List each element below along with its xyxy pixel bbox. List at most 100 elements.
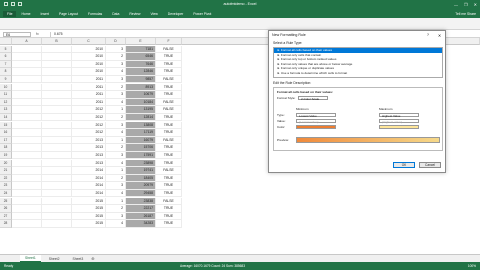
table-cell[interactable]: TRUE [156,68,182,76]
row-header[interactable]: 24 [0,189,12,198]
table-cell[interactable] [42,205,72,213]
table-cell[interactable]: FALSE [156,136,182,145]
table-cell[interactable]: 8913 [126,83,156,92]
rule-type-item[interactable]: ► Use a formula to determine which cells… [274,71,442,76]
table-cell[interactable]: 2013 [72,151,106,160]
table-cell[interactable]: 2 [106,144,126,152]
table-cell[interactable] [12,182,42,190]
table-cell[interactable]: 4 [106,159,126,168]
table-cell[interactable]: 7181 [126,45,156,54]
table-cell[interactable]: FALSE [156,98,182,107]
table-cell[interactable]: 3 [106,182,126,190]
help-button[interactable]: ? [427,33,429,37]
table-cell[interactable]: TRUE [156,83,182,92]
table-cell[interactable]: 34283 [126,220,156,228]
table-cell[interactable] [12,197,42,206]
table-cell[interactable] [12,144,42,152]
column-header[interactable]: D [106,38,126,45]
table-cell[interactable]: 2015 [72,220,106,228]
tab-file[interactable]: File [3,10,17,17]
row-header[interactable]: 10 [0,83,12,92]
table-cell[interactable]: 2012 [72,113,106,122]
table-cell[interactable]: 2012 [72,121,106,130]
tab-home[interactable]: Home [16,12,35,16]
tab-data[interactable]: Data [107,12,124,16]
table-cell[interactable]: TRUE [156,91,182,99]
table-cell[interactable] [12,45,42,54]
row-header[interactable]: 11 [0,91,12,99]
row-header[interactable]: 19 [0,151,12,160]
table-cell[interactable] [42,167,72,175]
table-cell[interactable] [12,83,42,92]
table-cell[interactable] [42,129,72,137]
ok-button[interactable]: OK [393,162,415,168]
table-cell[interactable]: 19741 [126,167,156,175]
table-cell[interactable] [42,212,72,221]
select-all-corner[interactable] [0,38,12,45]
row-header[interactable]: 6 [0,53,12,61]
table-cell[interactable]: TRUE [156,159,182,168]
table-cell[interactable]: 4 [106,189,126,198]
row-header[interactable]: 12 [0,98,12,107]
row-header[interactable]: 15 [0,121,12,130]
table-cell[interactable] [42,106,72,114]
table-cell[interactable]: 2011 [72,91,106,99]
tab-review[interactable]: Review [124,12,145,16]
add-sheet-icon[interactable]: ⊕ [91,256,94,261]
tell-me-share[interactable]: Tell me Share [455,12,480,16]
maximum-color-picker[interactable] [379,124,419,129]
table-cell[interactable]: 18405 [126,174,156,183]
fx-icon[interactable]: fx [36,32,39,36]
cancel-button[interactable]: Cancel [419,162,441,168]
table-cell[interactable]: 2015 [72,212,106,221]
table-cell[interactable] [42,75,72,84]
table-cell[interactable]: 4 [106,68,126,76]
row-header[interactable]: 14 [0,113,12,122]
tab-page-layout[interactable]: Page Layout [54,12,83,16]
sheet-tab-sheet3[interactable]: Sheet3 [68,256,89,262]
table-cell[interactable]: TRUE [156,53,182,61]
table-cell[interactable]: 2013 [72,144,106,152]
format-style-dropdown[interactable]: 2-Color Scale [298,95,328,100]
table-cell[interactable] [42,144,72,152]
table-cell[interactable]: 3 [106,151,126,160]
tab-power-pivot[interactable]: Power Pivot [188,12,216,16]
table-cell[interactable]: 2011 [72,83,106,92]
tab-developer[interactable]: Developer [163,12,188,16]
table-cell[interactable] [42,189,72,198]
table-cell[interactable] [42,83,72,92]
table-cell[interactable] [12,220,42,228]
tab-view[interactable]: View [145,12,162,16]
table-cell[interactable]: 29458 [126,189,156,198]
table-cell[interactable]: 3 [106,91,126,99]
table-cell[interactable] [42,174,72,183]
table-cell[interactable] [42,91,72,99]
table-cell[interactable] [42,220,72,228]
table-cell[interactable]: TRUE [156,113,182,122]
row-header[interactable]: 13 [0,106,12,114]
table-cell[interactable] [42,159,72,168]
table-cell[interactable] [42,182,72,190]
row-header[interactable]: 25 [0,197,12,206]
row-header[interactable]: 26 [0,205,12,213]
table-cell[interactable] [12,106,42,114]
table-cell[interactable]: 10184 [126,98,156,107]
table-cell[interactable]: TRUE [156,220,182,228]
table-cell[interactable]: 2010 [72,68,106,76]
table-cell[interactable]: 4 [106,98,126,107]
row-header[interactable]: 20 [0,159,12,168]
table-cell[interactable]: 2 [106,205,126,213]
table-cell[interactable]: TRUE [156,60,182,69]
table-cell[interactable]: 1 [106,197,126,206]
table-cell[interactable]: 2015 [72,197,106,206]
tab-formulas[interactable]: Formulas [83,12,107,16]
minimum-value-field[interactable]: (Lowest value) [296,118,336,123]
table-cell[interactable]: 2014 [72,167,106,175]
table-cell[interactable]: 2 [106,53,126,61]
row-header[interactable]: 17 [0,136,12,145]
table-cell[interactable]: FALSE [156,75,182,84]
table-cell[interactable]: 2011 [72,98,106,107]
table-cell[interactable]: 26187 [126,212,156,221]
table-cell[interactable]: 9857 [126,75,156,84]
table-cell[interactable]: 12846 [126,68,156,76]
